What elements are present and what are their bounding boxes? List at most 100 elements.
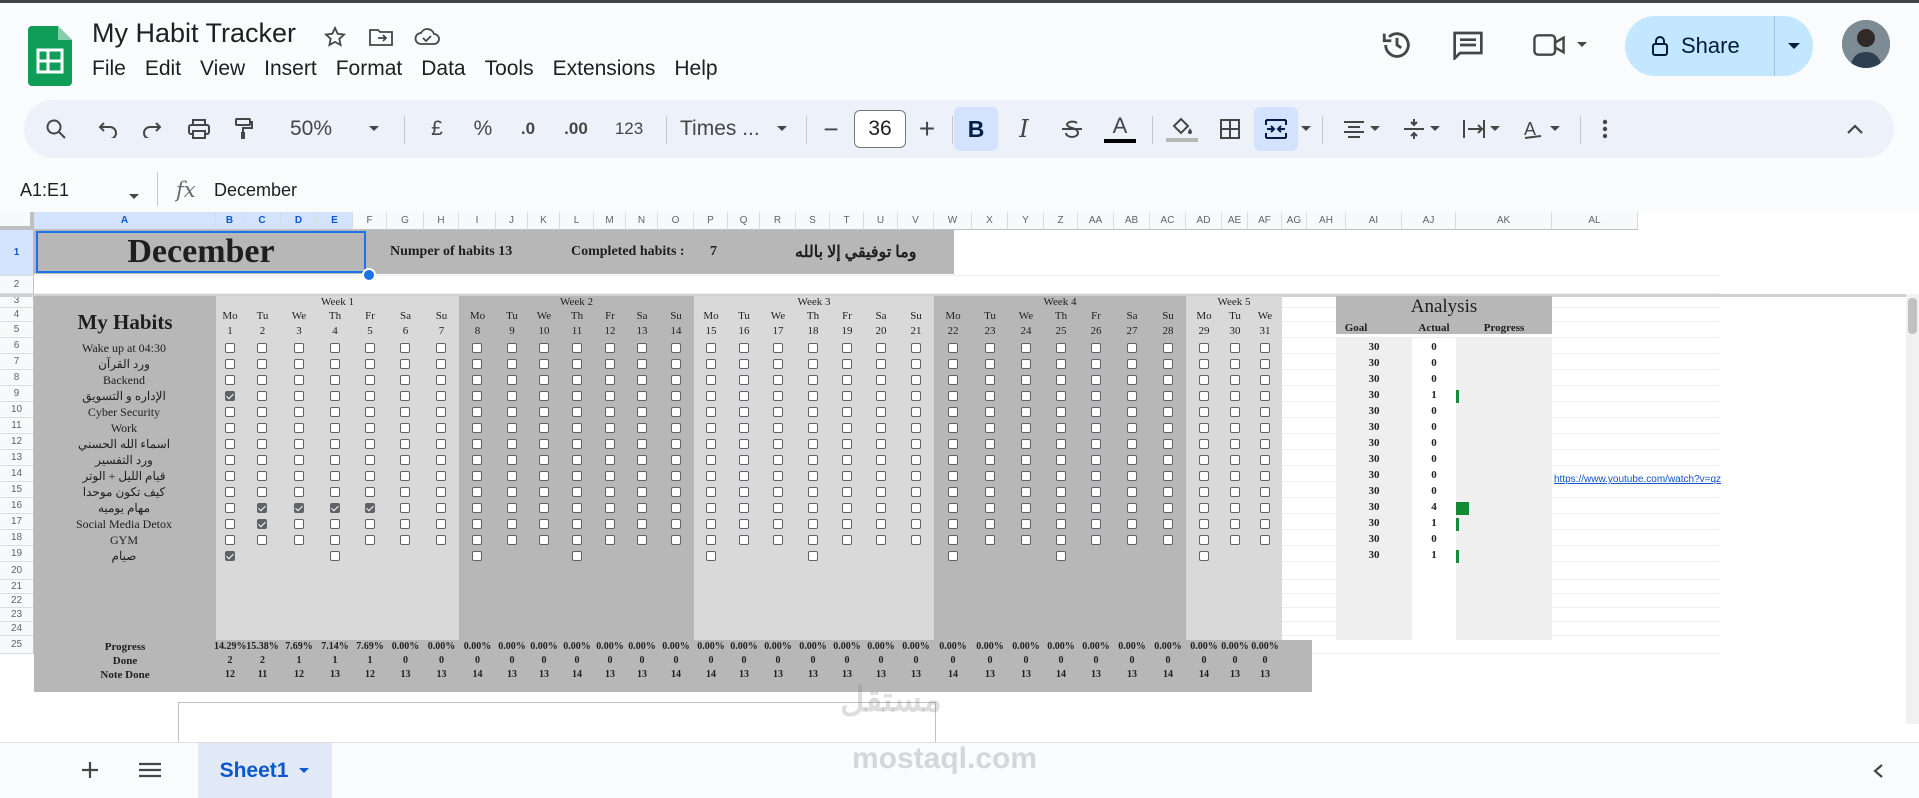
habit-checkbox[interactable] bbox=[257, 535, 267, 545]
habit-checkbox[interactable] bbox=[257, 343, 267, 353]
habit-checkbox[interactable] bbox=[1056, 503, 1066, 513]
habit-checkbox[interactable] bbox=[572, 455, 582, 465]
currency-format-button[interactable]: £ bbox=[422, 100, 452, 158]
habit-checkbox[interactable] bbox=[637, 343, 647, 353]
column-header-m[interactable]: M bbox=[594, 212, 626, 230]
habit-checkbox[interactable] bbox=[539, 343, 549, 353]
row-header-21[interactable]: 21 bbox=[0, 580, 34, 594]
column-header-h[interactable]: H bbox=[424, 212, 459, 230]
habit-checkbox[interactable] bbox=[671, 503, 681, 513]
decrease-font-size-button[interactable]: − bbox=[816, 100, 846, 158]
habit-checkbox[interactable] bbox=[436, 375, 446, 385]
column-header-t[interactable]: T bbox=[830, 212, 864, 230]
habit-checkbox[interactable] bbox=[572, 391, 582, 401]
add-sheet-icon[interactable] bbox=[80, 760, 100, 785]
habit-checkbox[interactable] bbox=[985, 407, 995, 417]
paint-format-icon[interactable] bbox=[228, 100, 260, 158]
selection-handle[interactable] bbox=[362, 268, 376, 282]
habit-checkbox[interactable] bbox=[1260, 503, 1270, 513]
habit-checkbox[interactable] bbox=[400, 423, 410, 433]
habit-checkbox[interactable] bbox=[911, 407, 921, 417]
habit-checkbox[interactable] bbox=[706, 455, 716, 465]
column-header-c[interactable]: C bbox=[244, 212, 281, 230]
habit-checkbox[interactable] bbox=[294, 519, 304, 529]
habit-checkbox[interactable] bbox=[1091, 455, 1101, 465]
habit-checkbox[interactable] bbox=[1260, 359, 1270, 369]
column-header-x[interactable]: X bbox=[972, 212, 1008, 230]
habit-checkbox[interactable] bbox=[472, 343, 482, 353]
habit-checkbox[interactable] bbox=[1199, 439, 1209, 449]
horizontal-align-icon[interactable] bbox=[1334, 100, 1390, 158]
menu-extensions[interactable]: Extensions bbox=[553, 54, 666, 84]
habit-checkbox[interactable] bbox=[605, 439, 615, 449]
habit-checkbox[interactable] bbox=[671, 343, 681, 353]
habit-checkbox[interactable] bbox=[671, 455, 681, 465]
row-header-9[interactable]: 9 bbox=[0, 386, 34, 402]
habit-checkbox[interactable] bbox=[1199, 407, 1209, 417]
habit-checkbox[interactable] bbox=[948, 375, 958, 385]
habit-checkbox[interactable] bbox=[507, 439, 517, 449]
habit-checkbox[interactable] bbox=[842, 519, 852, 529]
bold-button[interactable]: B bbox=[954, 107, 998, 151]
habit-checkbox[interactable] bbox=[572, 439, 582, 449]
habit-checkbox[interactable] bbox=[876, 471, 886, 481]
habit-checkbox[interactable] bbox=[225, 487, 235, 497]
italic-button[interactable]: I bbox=[1004, 100, 1044, 158]
habit-checkbox[interactable] bbox=[985, 535, 995, 545]
share-button[interactable]: Share bbox=[1625, 16, 1813, 76]
document-title[interactable]: My Habit Tracker bbox=[92, 18, 296, 49]
move-folder-icon[interactable] bbox=[366, 22, 396, 52]
habit-checkbox[interactable] bbox=[985, 343, 995, 353]
habit-checkbox[interactable] bbox=[1056, 519, 1066, 529]
habit-checkbox[interactable] bbox=[539, 471, 549, 481]
habit-checkbox[interactable] bbox=[330, 551, 340, 561]
cloud-saved-icon[interactable] bbox=[412, 22, 442, 52]
habit-checkbox[interactable] bbox=[773, 487, 783, 497]
habit-checkbox[interactable] bbox=[808, 503, 818, 513]
habit-checkbox[interactable] bbox=[773, 503, 783, 513]
menu-help[interactable]: Help bbox=[674, 54, 727, 84]
habit-checkbox[interactable] bbox=[1199, 423, 1209, 433]
column-header-aa[interactable]: AA bbox=[1078, 212, 1114, 230]
menu-tools[interactable]: Tools bbox=[485, 54, 544, 84]
habit-checkbox[interactable] bbox=[1260, 535, 1270, 545]
habit-checkbox[interactable] bbox=[1260, 471, 1270, 481]
habit-checkbox[interactable] bbox=[1163, 455, 1173, 465]
habit-checkbox[interactable] bbox=[472, 471, 482, 481]
youtube-link[interactable]: https://www.youtube.com/watch?v=qz bbox=[1554, 474, 1722, 485]
habit-checkbox[interactable] bbox=[637, 471, 647, 481]
sheet-tab-sheet1[interactable]: Sheet1 bbox=[198, 743, 332, 798]
habit-checkbox[interactable] bbox=[637, 439, 647, 449]
habit-checkbox[interactable] bbox=[472, 375, 482, 385]
habit-checkbox[interactable] bbox=[1230, 535, 1240, 545]
habit-checkbox[interactable] bbox=[739, 407, 749, 417]
habit-checkbox[interactable] bbox=[1091, 423, 1101, 433]
habit-checkbox[interactable] bbox=[507, 407, 517, 417]
habit-checkbox[interactable] bbox=[842, 423, 852, 433]
habit-checkbox[interactable] bbox=[1021, 503, 1031, 513]
embedded-chart[interactable] bbox=[178, 702, 936, 742]
row-header-20[interactable]: 20 bbox=[0, 562, 34, 580]
habit-checkbox[interactable] bbox=[671, 519, 681, 529]
share-dropdown-icon[interactable] bbox=[1775, 42, 1813, 50]
column-header-a[interactable]: A bbox=[34, 212, 216, 230]
habit-checkbox[interactable] bbox=[1199, 391, 1209, 401]
column-header-s[interactable]: S bbox=[796, 212, 830, 230]
habit-checkbox[interactable] bbox=[257, 423, 267, 433]
habit-checkbox[interactable] bbox=[739, 503, 749, 513]
habit-checkbox[interactable] bbox=[637, 455, 647, 465]
meet-icon[interactable] bbox=[1532, 32, 1588, 58]
version-history-icon[interactable] bbox=[1380, 28, 1414, 67]
habit-checkbox[interactable] bbox=[948, 407, 958, 417]
habit-checkbox[interactable] bbox=[948, 487, 958, 497]
habit-checkbox[interactable] bbox=[400, 455, 410, 465]
habit-checkbox[interactable] bbox=[1091, 519, 1101, 529]
habit-checkbox[interactable] bbox=[365, 423, 375, 433]
habit-checkbox[interactable] bbox=[739, 519, 749, 529]
habit-checkbox[interactable] bbox=[330, 535, 340, 545]
habit-checkbox[interactable] bbox=[472, 391, 482, 401]
habit-checkbox[interactable] bbox=[225, 423, 235, 433]
habit-checkbox[interactable] bbox=[876, 519, 886, 529]
column-header-b[interactable]: B bbox=[216, 212, 244, 230]
habit-checkbox[interactable] bbox=[773, 359, 783, 369]
